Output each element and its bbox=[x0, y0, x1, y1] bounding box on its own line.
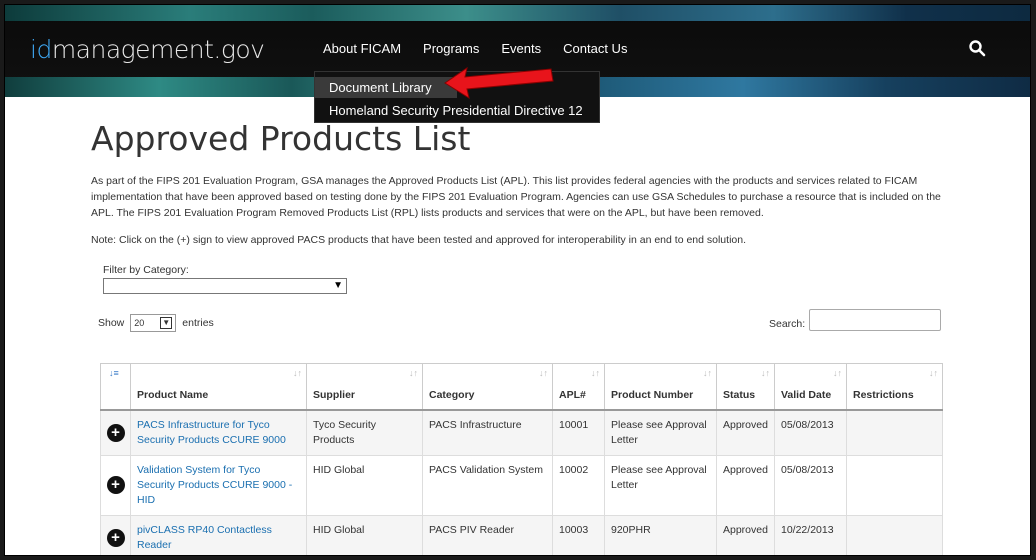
search-icon[interactable] bbox=[968, 39, 986, 57]
table-row: + PACS Infrastructure for Tyco Security … bbox=[100, 409, 943, 456]
products-table: ↓≡ Product Name ↓↑ Supplier ↓↑ Category ↓↑ … bbox=[100, 363, 943, 555]
chevron-down-icon: ▼ bbox=[333, 280, 343, 291]
col-product-name[interactable]: Product Name ↓↑ bbox=[130, 363, 307, 411]
product-link[interactable]: Validation System for Tyco Security Prod… bbox=[137, 464, 292, 506]
cell-restrictions bbox=[846, 409, 943, 456]
browser-viewport: idmanagement.gov About FICAM Programs Ev… bbox=[4, 4, 1031, 556]
intro-paragraph: As part of the FIPS 201 Evaluation Progr… bbox=[91, 175, 941, 219]
sort-icon: ↓↑ bbox=[293, 368, 302, 378]
sort-icon: ↓↑ bbox=[929, 368, 938, 378]
col-supplier[interactable]: Supplier ↓↑ bbox=[306, 363, 423, 411]
search-label: Search: bbox=[769, 318, 806, 330]
sort-icon: ↓↑ bbox=[409, 368, 418, 378]
nav-programs[interactable]: Programs bbox=[423, 41, 479, 56]
sort-icon: ↓↑ bbox=[833, 368, 842, 378]
page-title: Approved Products List bbox=[91, 119, 471, 158]
col-apl[interactable]: APL# ↓↑ bbox=[552, 363, 605, 411]
cell-product-name: pivCLASS RP40 Contactless Reader bbox=[130, 514, 307, 555]
nav-events[interactable]: Events bbox=[501, 41, 541, 56]
main-nav: About FICAM Programs Events Contact Us bbox=[323, 41, 627, 56]
expand-column-header[interactable]: ↓≡ bbox=[100, 363, 131, 411]
table-row: + Validation System for Tyco Security Pr… bbox=[100, 454, 943, 516]
table-row: + pivCLASS RP40 Contactless Reader HID G… bbox=[100, 514, 943, 555]
note-text: Note: Click on the (+) sign to view appr… bbox=[91, 234, 746, 246]
menu-item-document-library[interactable]: Document Library bbox=[315, 77, 457, 98]
col-status[interactable]: Status ↓↑ bbox=[716, 363, 775, 411]
cell-status: Approved bbox=[716, 409, 775, 456]
cell-restrictions bbox=[846, 454, 943, 516]
cell-valid-date: 05/08/2013 bbox=[774, 454, 847, 516]
cell-category: PACS Validation System bbox=[422, 454, 553, 516]
cell-valid-date: 05/08/2013 bbox=[774, 409, 847, 456]
site-logo[interactable]: idmanagement.gov bbox=[30, 35, 265, 64]
cell-category: PACS PIV Reader bbox=[422, 514, 553, 555]
product-link[interactable]: pivCLASS RP40 Contactless Reader bbox=[137, 524, 272, 551]
plus-circle-icon[interactable]: + bbox=[106, 528, 125, 547]
menu-item-hspd12[interactable]: Homeland Security Presidential Directive… bbox=[315, 100, 583, 121]
cell-product-name: Validation System for Tyco Security Prod… bbox=[130, 454, 307, 516]
expand-cell[interactable]: + bbox=[100, 514, 131, 555]
cell-category: PACS Infrastructure bbox=[422, 409, 553, 456]
category-filter-select[interactable]: ▼ bbox=[103, 278, 347, 294]
cell-supplier: HID Global bbox=[306, 454, 423, 516]
cell-product-name: PACS Infrastructure for Tyco Security Pr… bbox=[130, 409, 307, 456]
col-product-number[interactable]: Product Number ↓↑ bbox=[604, 363, 717, 411]
sort-icon: ↓↑ bbox=[539, 368, 548, 378]
sort-icon: ↓↑ bbox=[591, 368, 600, 378]
nav-contact-us[interactable]: Contact Us bbox=[563, 41, 627, 56]
col-restrictions[interactable]: Restrictions ↓↑ bbox=[846, 363, 943, 411]
sort-icon: ↓↑ bbox=[703, 368, 712, 378]
show-label: Show bbox=[98, 317, 125, 329]
entries-value: 20 bbox=[134, 318, 145, 328]
sort-icon: ↓↑ bbox=[761, 368, 770, 378]
cell-product-number: Please see Approval Letter bbox=[604, 409, 717, 456]
search-input[interactable] bbox=[809, 309, 941, 331]
col-category[interactable]: Category ↓↑ bbox=[422, 363, 553, 411]
entries-control: Show 20 ▼ entries bbox=[98, 314, 214, 332]
nav-about-ficam[interactable]: About FICAM bbox=[323, 41, 401, 56]
cell-product-number: Please see Approval Letter bbox=[604, 454, 717, 516]
product-link[interactable]: PACS Infrastructure for Tyco Security Pr… bbox=[137, 419, 286, 446]
expand-cell[interactable]: + bbox=[100, 454, 131, 516]
chevron-down-icon: ▼ bbox=[160, 317, 173, 329]
cell-apl: 10001 bbox=[552, 409, 605, 456]
header-decor-top bbox=[5, 5, 1030, 21]
entries-select[interactable]: 20 ▼ bbox=[130, 314, 177, 332]
expand-cell[interactable]: + bbox=[100, 409, 131, 456]
cell-apl: 10003 bbox=[552, 514, 605, 555]
cell-valid-date: 10/22/2013 bbox=[774, 514, 847, 555]
cell-supplier: Tyco Security Products bbox=[306, 409, 423, 456]
table-header-row: ↓≡ Product Name ↓↑ Supplier ↓↑ Category ↓↑ … bbox=[100, 363, 943, 411]
col-valid-date[interactable]: Valid Date ↓↑ bbox=[774, 363, 847, 411]
cell-status: Approved bbox=[716, 454, 775, 516]
cell-supplier: HID Global bbox=[306, 514, 423, 555]
cell-status: Approved bbox=[716, 514, 775, 555]
sort-asc-icon: ↓≡ bbox=[109, 368, 119, 378]
filter-label: Filter by Category: bbox=[103, 264, 189, 276]
cell-product-number: 920PHR bbox=[604, 514, 717, 555]
plus-circle-icon[interactable]: + bbox=[106, 476, 125, 494]
red-arrow-annotation bbox=[444, 66, 554, 100]
plus-circle-icon[interactable]: + bbox=[106, 423, 125, 442]
cell-apl: 10002 bbox=[552, 454, 605, 516]
cell-restrictions bbox=[846, 514, 943, 555]
entries-label: entries bbox=[182, 317, 214, 329]
